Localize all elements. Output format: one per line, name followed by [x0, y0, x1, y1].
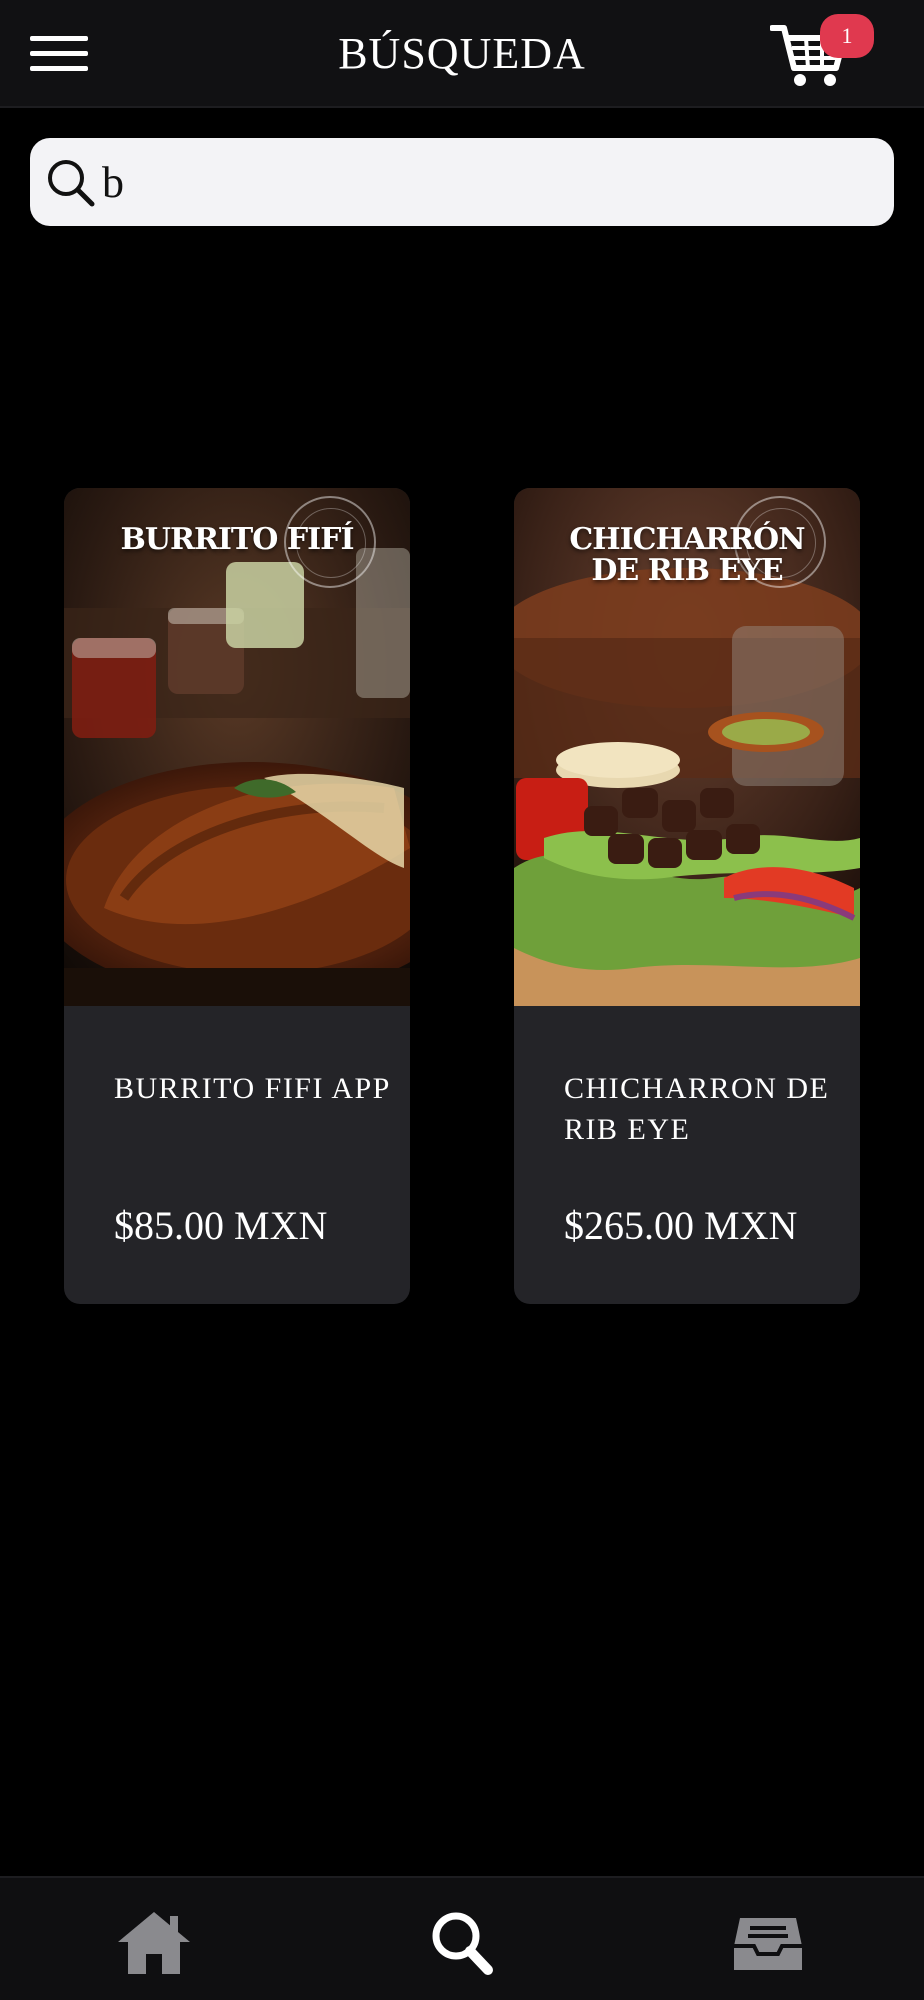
top-bar: BÚSQUEDA 1	[0, 0, 924, 108]
product-card-burrito-fifi[interactable]: BURRITO FIFÍ BURRITO FIFI APP $85.00 MXN	[64, 488, 410, 1304]
product-card-chicharron-rib-eye[interactable]: CHICHARRÓN DE RIB EYE CHICHARRON DE RIB …	[514, 488, 860, 1304]
bottom-navigation	[0, 1876, 924, 2000]
product-image: BURRITO FIFÍ	[64, 488, 410, 1006]
search-icon	[48, 160, 95, 207]
product-price: $265.00 MXN	[564, 1203, 798, 1248]
home-icon	[118, 1912, 190, 1974]
nav-orders-tab[interactable]	[728, 1906, 808, 1978]
search-bar[interactable]	[30, 138, 894, 226]
search-input[interactable]	[102, 148, 872, 216]
nav-home-tab[interactable]	[114, 1906, 194, 1978]
nav-search-tab[interactable]	[422, 1906, 502, 1978]
product-price: $85.00 MXN	[114, 1203, 328, 1248]
search-icon	[432, 1912, 493, 1975]
product-image-title: BURRITO FIFÍ	[120, 522, 355, 557]
inbox-icon	[734, 1918, 802, 1970]
product-image: CHICHARRÓN DE RIB EYE	[514, 488, 860, 1006]
product-name: BURRITO FIFI APP	[114, 1072, 391, 1105]
product-image-title: CHICHARRÓN DE RIB EYE	[569, 522, 805, 588]
product-name: CHICHARRON DE RIB EYE	[564, 1072, 830, 1146]
cart-count-badge: 1	[820, 14, 874, 58]
